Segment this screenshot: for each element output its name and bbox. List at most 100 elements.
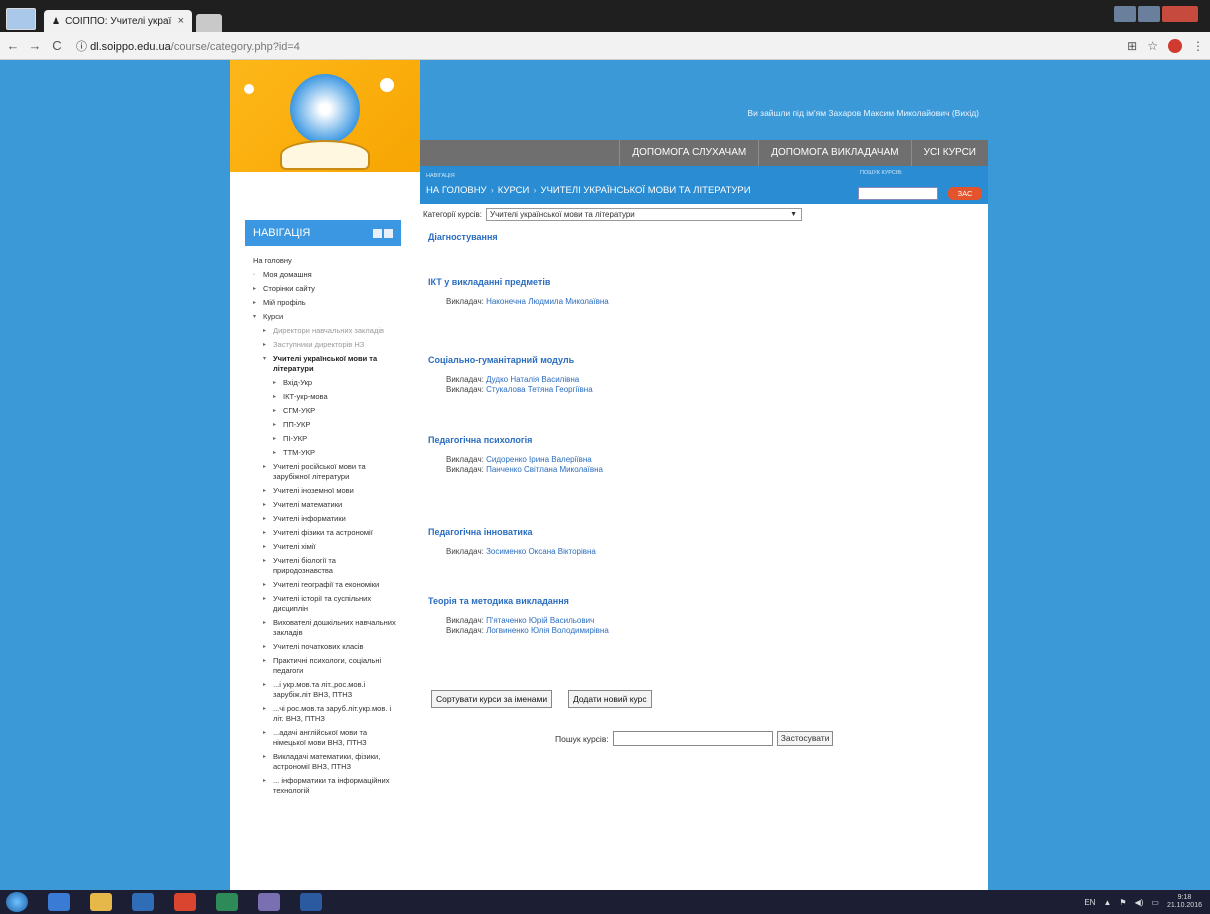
- nav-item[interactable]: ▸ Вихователі дошкільних навчальних заклад…: [253, 618, 397, 638]
- volume-icon[interactable]: ◀): [1135, 898, 1144, 907]
- course-name-link[interactable]: Діагностування: [428, 232, 498, 242]
- back-icon[interactable]: ←: [6, 38, 20, 53]
- add-course-button[interactable]: Додати новий курс: [568, 690, 652, 708]
- tray-arrow-icon[interactable]: ▲: [1103, 898, 1111, 907]
- nav-item[interactable]: ▸ ПІ-УКР: [253, 434, 397, 444]
- language-indicator[interactable]: EN: [1084, 898, 1095, 907]
- nav-item[interactable]: ▸ Учителі математики: [253, 500, 397, 510]
- nav-item[interactable]: ▸ Викладачі математики, фізики, астрономі…: [253, 752, 397, 772]
- course-search-input[interactable]: [612, 731, 773, 746]
- nav-item[interactable]: ▸ ...адачі англійської мови та німецької …: [253, 728, 397, 748]
- nav-item[interactable]: ▸ Учителі біології та природознавства: [253, 556, 397, 576]
- teacher-link[interactable]: Зосименко Оксана Вікторівна: [486, 547, 596, 556]
- nav-item[interactable]: ▸ Учителі початкових класів: [253, 642, 397, 652]
- teacher-link[interactable]: Дудко Наталія Василівна: [486, 375, 579, 384]
- nav-item[interactable]: ▸ Учителі хімії: [253, 542, 397, 552]
- app-icon[interactable]: [6, 8, 36, 30]
- header-spacer: [230, 172, 420, 204]
- nav-item[interactable]: ▸ Директори навчальних закладів: [253, 326, 397, 336]
- teacher-line: Викладач: П'ятаченко Юрій Васильович: [446, 616, 609, 626]
- course-name-link[interactable]: Педагогічна інноватика: [428, 527, 596, 537]
- collapsed-arrow-icon: ▸: [273, 450, 277, 456]
- browser-tab[interactable]: ♟ СОІППО: Учителі украї ×: [44, 10, 192, 32]
- menu-help-teachers[interactable]: ДОПОМОГА ВИКЛАДАЧАМ: [758, 140, 910, 166]
- maximize-button[interactable]: [1138, 6, 1160, 22]
- breadcrumb-courses[interactable]: КУРСИ: [498, 185, 530, 196]
- course-name-link[interactable]: Соціально-гуманітарний модуль: [428, 355, 593, 365]
- nav-item[interactable]: ▸ ТТМ-УКР: [253, 448, 397, 458]
- menu-icon[interactable]: ⋮: [1192, 39, 1204, 53]
- teacher-link[interactable]: Панченко Світлана Миколаївна: [486, 465, 603, 474]
- course-search-apply-button[interactable]: Застосувати: [776, 731, 834, 746]
- menu-all-courses[interactable]: УСІ КУРСИ: [910, 140, 988, 166]
- nav-item[interactable]: ▸ Заступники директорів НЗ: [253, 340, 397, 350]
- sort-courses-button[interactable]: Сортувати курси за іменами: [431, 690, 553, 708]
- teacher-link[interactable]: Логвиненко Юлія Володимирівна: [486, 626, 609, 635]
- header-search-button[interactable]: ЗАС: [948, 187, 982, 200]
- app-purple-icon[interactable]: [258, 893, 280, 911]
- nav-item[interactable]: ▸ Учителі іноземної мови: [253, 486, 397, 496]
- nav-item-label: ТТМ-УКР: [283, 448, 316, 457]
- teacher-link[interactable]: Стукалова Тетяна Георгіївна: [486, 385, 593, 394]
- bookmark-star-icon[interactable]: ☆: [1147, 39, 1158, 53]
- teacher-link[interactable]: П'ятаченко Юрій Васильович: [486, 616, 594, 625]
- translate-icon[interactable]: ⊞: [1127, 39, 1137, 53]
- login-info[interactable]: Ви зайшли під ім'ям Захаров Максим Микол…: [420, 108, 985, 118]
- nav-item[interactable]: ▸ Учителі російської мови та зарубіжної л…: [253, 462, 397, 482]
- nav-item[interactable]: ▸ Сторінки сайту: [253, 284, 397, 294]
- course-name-link[interactable]: Теорія та методика викладання: [428, 596, 609, 606]
- course-name-link[interactable]: ІКТ у викладанні предметів: [428, 277, 609, 287]
- teacher-label: Викладач:: [446, 547, 484, 556]
- nav-item[interactable]: ▸ ПП-УКР: [253, 420, 397, 430]
- clock[interactable]: 9:18 21.10.2016: [1167, 894, 1202, 910]
- nav-item[interactable]: ▸ Вхід-Укр: [253, 378, 397, 388]
- start-button[interactable]: [6, 892, 28, 912]
- teacher-link[interactable]: Наконечна Людмила Миколаївна: [486, 297, 609, 306]
- breadcrumb-category[interactable]: УЧИТЕЛІ УКРАЇНСЬКОЇ МОВИ ТА ЛІТЕРАТУРИ: [541, 185, 751, 196]
- new-tab-button[interactable]: [196, 14, 222, 32]
- word-icon[interactable]: [300, 893, 322, 911]
- nav-item[interactable]: ▸ Мій профіль: [253, 298, 397, 308]
- bullet-icon: ◦: [253, 272, 256, 278]
- nav-home[interactable]: На головну: [253, 256, 397, 266]
- nav-item-label: Учителі фізики та астрономії: [273, 528, 373, 537]
- minimize-button[interactable]: [1114, 6, 1136, 22]
- header-search-input[interactable]: [858, 187, 938, 200]
- nav-item[interactable]: ▸ Учителі географії та економіки: [253, 580, 397, 590]
- nav-item[interactable]: ▸ Учителі фізики та астрономії: [253, 528, 397, 538]
- nav-item[interactable]: ◦ Моя домашня: [253, 270, 397, 280]
- collapse-block-icon[interactable]: [384, 228, 393, 238]
- teacher-link[interactable]: Сидоренко Ірина Валеріївна: [486, 455, 592, 464]
- nav-item[interactable]: ▾ Курси: [253, 312, 397, 322]
- explorer-icon[interactable]: [90, 893, 112, 911]
- adblock-icon[interactable]: [1168, 38, 1182, 53]
- nav-item[interactable]: ▸ Учителі історії та суспільних дисциплін: [253, 594, 397, 614]
- tab-close-icon[interactable]: ×: [178, 15, 184, 27]
- forward-icon[interactable]: →: [28, 38, 42, 53]
- teacher-line: Викладач: Панченко Світлана Миколаївна: [446, 465, 603, 475]
- menu-help-students[interactable]: ДОПОМОГА СЛУХАЧАМ: [619, 140, 758, 166]
- media-icon[interactable]: [132, 893, 154, 911]
- nav-item[interactable]: ▸ ІКТ-укр-мова: [253, 392, 397, 402]
- collapsed-arrow-icon: ▸: [263, 488, 267, 494]
- course-name-link[interactable]: Педагогічна психологія: [428, 435, 603, 445]
- nav-item[interactable]: ▸ ... інформатики та інформаційних технол…: [253, 776, 397, 796]
- url-field[interactable]: ⓘ dl.soippo.edu.ua/course/category.php?i…: [76, 38, 300, 54]
- nav-item[interactable]: ▸ ...і укр.мов.та літ.,рос.мов.і зарубіж.…: [253, 680, 397, 700]
- nav-item[interactable]: ▸ СГМ-УКР: [253, 406, 397, 416]
- ie-icon[interactable]: [48, 893, 70, 911]
- notification-icon[interactable]: ▭: [1151, 898, 1159, 907]
- nav-item-label: ІКТ-укр-мова: [283, 392, 328, 401]
- chrome-icon[interactable]: [174, 893, 196, 911]
- nav-item[interactable]: ▸ Практичні психологи, соціальні педагоги: [253, 656, 397, 676]
- flag-icon[interactable]: ⚑: [1119, 898, 1126, 907]
- nav-item[interactable]: ▸ ...чі рос.мов.та заруб.літ.укр.мов. і л…: [253, 704, 397, 724]
- dock-block-icon[interactable]: [373, 228, 382, 238]
- nav-item[interactable]: ▾ Учителі української мови та літератури: [253, 354, 397, 374]
- app-green-icon[interactable]: [216, 893, 238, 911]
- category-select[interactable]: Учителі української мови та літератури ▼: [486, 208, 803, 221]
- reload-icon[interactable]: C: [50, 38, 64, 53]
- close-window-button[interactable]: [1162, 6, 1198, 22]
- breadcrumb-home[interactable]: НА ГОЛОВНУ: [426, 185, 487, 196]
- nav-item[interactable]: ▸ Учителі інформатики: [253, 514, 397, 524]
